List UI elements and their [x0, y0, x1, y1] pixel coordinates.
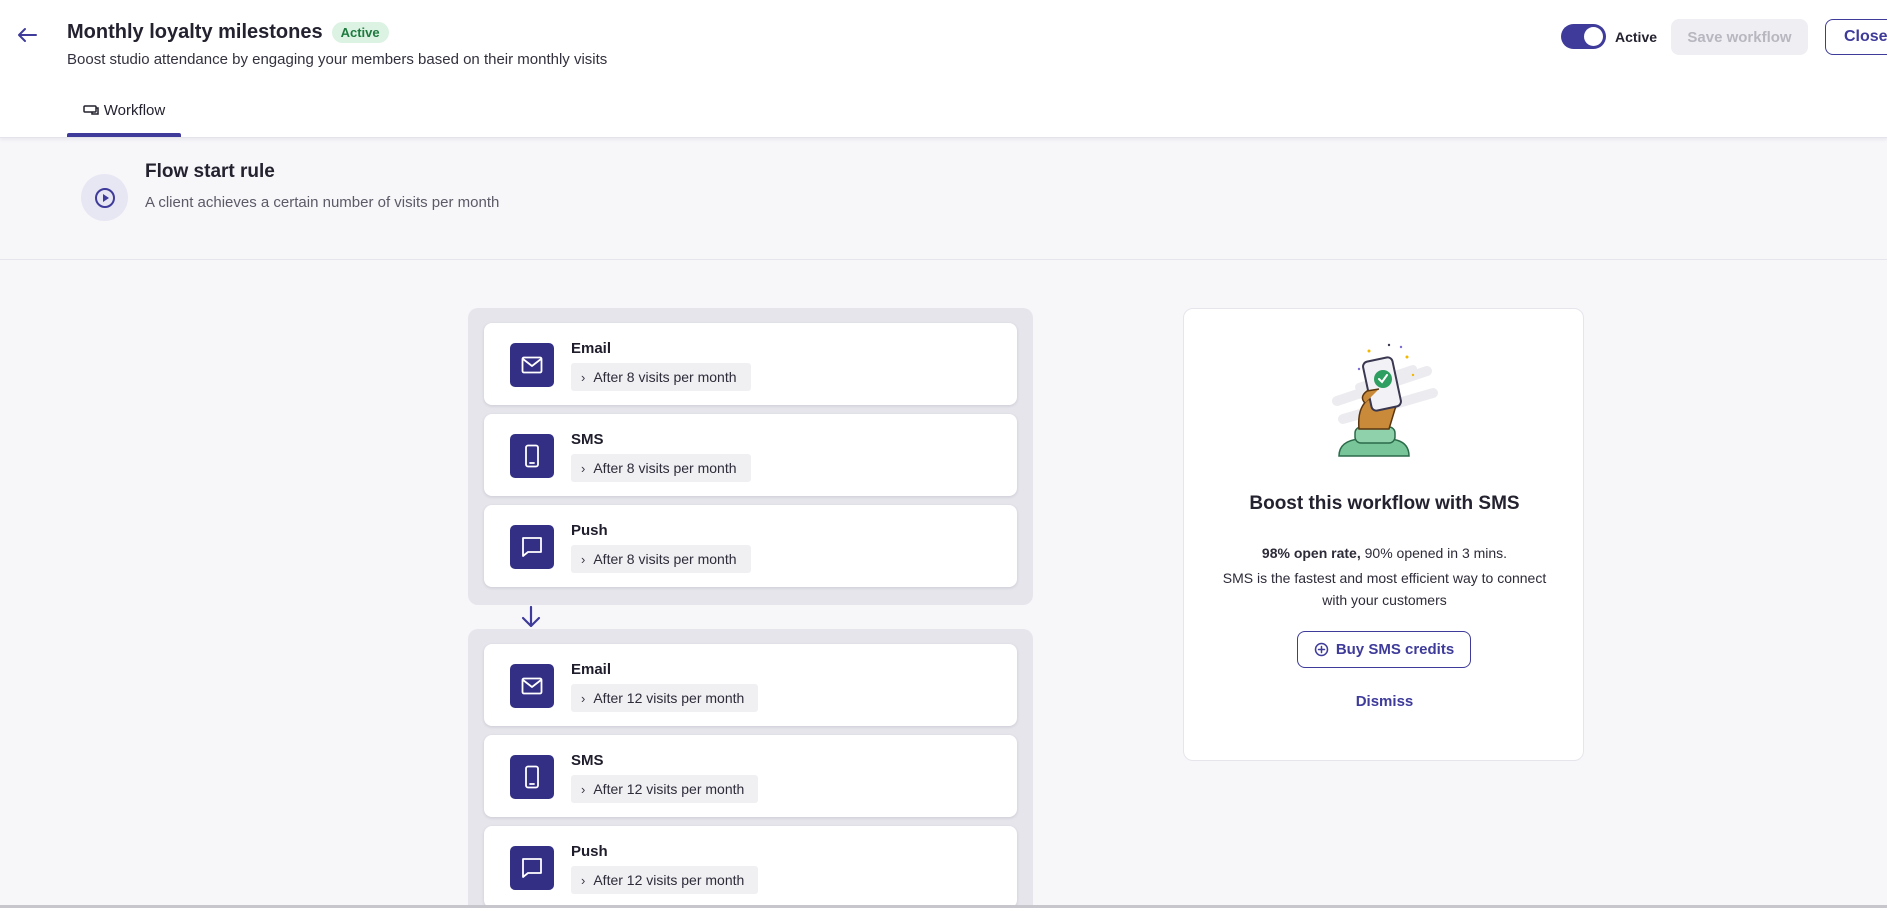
step-group-1: Email › After 8 visits per month SMS › A… [468, 308, 1033, 605]
step-name: SMS [571, 431, 604, 448]
close-button[interactable]: Close [1825, 19, 1887, 55]
step-icon-wrap [510, 343, 554, 387]
step-condition[interactable]: › After 8 visits per month [571, 363, 751, 391]
step-condition-text: After 12 visits per month [593, 690, 745, 706]
arrow-left-icon [18, 28, 37, 42]
dismiss-button[interactable]: Dismiss [1184, 693, 1585, 710]
step-icon-wrap [510, 846, 554, 890]
step-condition-text: After 8 visits per month [593, 551, 737, 567]
step-name: SMS [571, 752, 604, 769]
tab-active-indicator [67, 133, 181, 137]
start-rule-description: A client achieves a certain number of vi… [145, 194, 500, 211]
active-toggle[interactable] [1561, 24, 1606, 49]
tab-workflow-label: Workflow [103, 102, 166, 119]
step-condition[interactable]: › After 8 visits per month [571, 545, 751, 573]
promo-opened-text: 90% opened in 3 mins. [1360, 545, 1508, 561]
title-row: Monthly loyalty milestones Active [67, 21, 389, 44]
step-condition[interactable]: › After 12 visits per month [571, 775, 759, 803]
active-toggle-group: Active [1561, 24, 1657, 49]
hand-holding-phone-icon [1332, 343, 1438, 457]
step-condition[interactable]: › After 8 visits per month [571, 454, 751, 482]
step-card-push[interactable]: Push › After 12 visits per month [484, 826, 1017, 908]
save-workflow-button[interactable]: Save workflow [1671, 19, 1808, 55]
buy-sms-credits-button[interactable]: Buy SMS credits [1297, 631, 1471, 668]
chevron-right-icon: › [581, 551, 586, 567]
header: Monthly loyalty milestones Active Boost … [0, 0, 1887, 138]
promo-title: Boost this workflow with SMS [1249, 493, 1520, 514]
workflow-editor-page: Monthly loyalty milestones Active Boost … [0, 0, 1887, 908]
sms-promo-card: Boost this workflow with SMS 98% open ra… [1183, 308, 1584, 761]
start-rule-icon-wrap [81, 174, 128, 221]
active-toggle-label: Active [1615, 28, 1658, 45]
step-group-2: Email › After 12 visits per month SMS › … [468, 629, 1033, 908]
chat-bubble-icon [522, 858, 542, 878]
step-icon-wrap [510, 664, 554, 708]
toggle-knob [1584, 27, 1603, 46]
mail-icon [521, 677, 543, 695]
step-name: Email [571, 340, 612, 357]
promo-open-rate: 98% open rate, [1261, 545, 1361, 561]
play-circle-icon [94, 187, 115, 208]
step-condition-text: After 8 visits per month [593, 369, 737, 385]
step-icon-wrap [510, 755, 554, 799]
chevron-right-icon: › [581, 781, 586, 797]
mobile-phone-icon [525, 444, 539, 468]
workflow-canvas: Email › After 8 visits per month SMS › A… [0, 260, 1887, 908]
step-condition[interactable]: › After 12 visits per month [571, 866, 759, 894]
chevron-right-icon: › [581, 872, 586, 888]
page-title: Monthly loyalty milestones [67, 21, 323, 43]
step-condition-text: After 12 visits per month [593, 872, 745, 888]
arrow-down-icon [518, 604, 544, 630]
chevron-right-icon: › [581, 460, 586, 476]
step-condition-text: After 12 visits per month [593, 781, 745, 797]
promo-stat-line: 98% open rate, 90% opened in 3 mins. [1184, 545, 1585, 561]
mail-icon [521, 356, 543, 374]
status-badge: Active [331, 22, 389, 43]
step-name: Push [571, 522, 608, 539]
step-condition[interactable]: › After 12 visits per month [571, 684, 759, 712]
step-card-sms[interactable]: SMS › After 12 visits per month [484, 735, 1017, 817]
step-icon-wrap [510, 434, 554, 478]
step-name: Email [571, 661, 612, 678]
step-card-push[interactable]: Push › After 8 visits per month [484, 505, 1017, 587]
start-rule-title: Flow start rule [145, 161, 275, 182]
buy-sms-credits-label: Buy SMS credits [1335, 641, 1455, 658]
workflow-icon [83, 105, 99, 115]
step-condition-text: After 8 visits per month [593, 460, 737, 476]
chat-bubble-icon [522, 537, 542, 557]
page-subtitle: Boost studio attendance by engaging your… [67, 51, 608, 68]
flow-start-rule[interactable]: Flow start rule A client achieves a cert… [0, 138, 1887, 260]
chevron-right-icon: › [581, 369, 586, 385]
promo-description: SMS is the fastest and most efficient wa… [1222, 570, 1547, 608]
step-card-email[interactable]: Email › After 8 visits per month [484, 323, 1017, 405]
step-card-sms[interactable]: SMS › After 8 visits per month [484, 414, 1017, 496]
step-icon-wrap [510, 525, 554, 569]
mobile-phone-icon [525, 765, 539, 789]
tab-workflow[interactable]: Workflow [67, 100, 181, 137]
back-button[interactable] [12, 20, 42, 50]
plus-circle-icon [1314, 642, 1329, 657]
chevron-right-icon: › [581, 690, 586, 706]
step-name: Push [571, 843, 608, 860]
step-card-email[interactable]: Email › After 12 visits per month [484, 644, 1017, 726]
